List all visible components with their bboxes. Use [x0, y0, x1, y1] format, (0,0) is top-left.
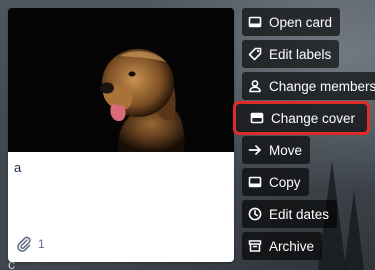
- card-cover-image: [8, 8, 234, 152]
- label-icon: [248, 47, 262, 61]
- dog-photo: [8, 8, 234, 152]
- change-cover-button[interactable]: Change cover: [232, 101, 371, 135]
- member-icon: [248, 79, 262, 93]
- copy-label: Copy: [269, 174, 301, 190]
- change-members-button[interactable]: Change members: [242, 72, 375, 100]
- change-members-label: Change members: [269, 78, 375, 94]
- move-label: Move: [269, 142, 303, 158]
- clock-icon: [248, 207, 262, 221]
- card-title[interactable]: a: [14, 160, 21, 175]
- archive-icon: [248, 239, 262, 253]
- edit-dates-label: Edit dates: [269, 206, 330, 222]
- edit-dates-button[interactable]: Edit dates: [242, 200, 338, 228]
- arrow-right-icon: [248, 143, 262, 157]
- card-badges: 1: [16, 236, 45, 252]
- attachments-count: 1: [38, 237, 45, 251]
- edit-labels-button[interactable]: Edit labels: [242, 40, 340, 68]
- archive-label: Archive: [269, 238, 315, 254]
- quick-card-editor-menu: Open card Edit labels Change members Cha…: [232, 8, 375, 260]
- copy-button[interactable]: Copy: [242, 168, 309, 196]
- quick-edit-card[interactable]: a 1: [8, 8, 234, 262]
- change-cover-label: Change cover: [271, 110, 356, 126]
- open-card-label: Open card: [269, 14, 333, 30]
- move-button[interactable]: Move: [242, 136, 311, 164]
- copy-icon: [248, 175, 262, 189]
- open-card-button[interactable]: Open card: [242, 8, 341, 36]
- cover-icon: [250, 111, 264, 125]
- edit-labels-label: Edit labels: [269, 46, 332, 62]
- archive-button[interactable]: Archive: [242, 232, 323, 260]
- paperclip-icon: [16, 236, 32, 252]
- card-icon: [248, 15, 262, 29]
